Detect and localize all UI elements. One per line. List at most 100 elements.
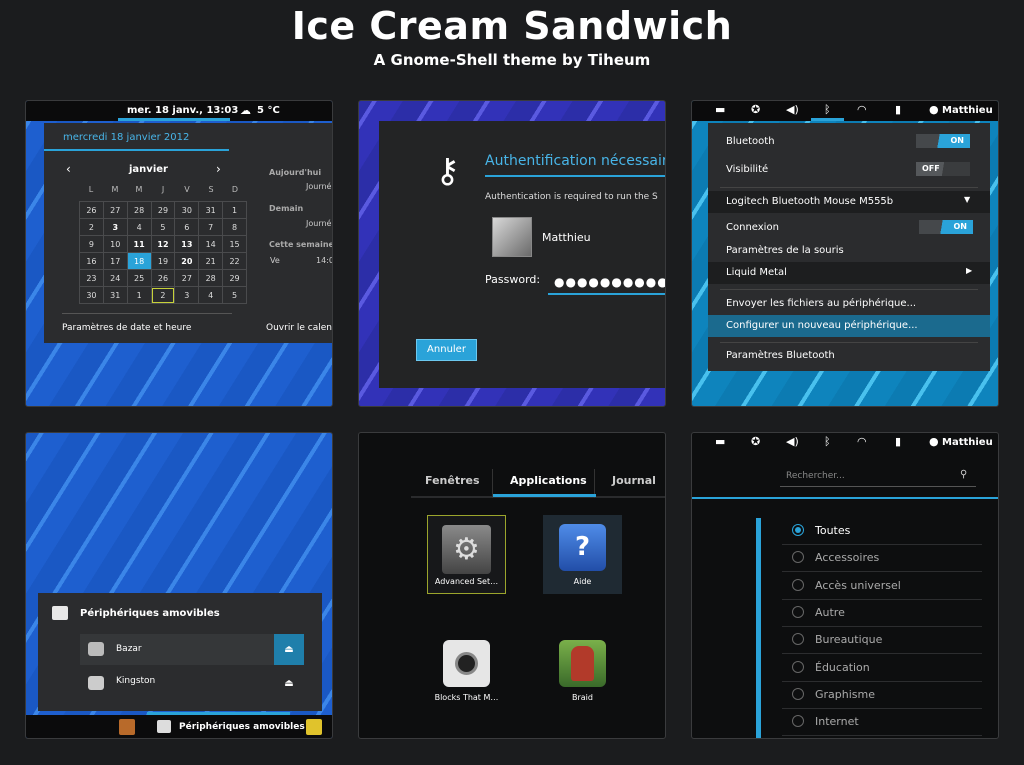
volume-icon[interactable]: ◀) <box>786 103 799 116</box>
category-item[interactable]: Bureautique <box>782 628 982 655</box>
device2-row[interactable]: Liquid Metal ▶ <box>708 262 990 284</box>
app-help[interactable]: ? Aide <box>543 515 622 594</box>
calendar-day[interactable]: 18 <box>126 252 152 270</box>
drive-tray-icon[interactable] <box>157 720 171 733</box>
calendar-day[interactable]: 3 <box>102 218 128 236</box>
calendar-day[interactable]: 27 <box>174 269 200 287</box>
calendar-day[interactable]: 4 <box>198 286 224 304</box>
radio-icon <box>792 578 804 591</box>
calendar-day[interactable]: 29 <box>222 269 247 287</box>
app-tray-icon[interactable] <box>119 719 135 735</box>
calendar-day[interactable]: 5 <box>222 286 247 304</box>
battery-icon[interactable]: ▮ <box>895 435 901 448</box>
next-month-icon[interactable]: › <box>216 162 221 176</box>
calendar-day[interactable]: 31 <box>102 286 128 304</box>
category-item[interactable]: Éducation <box>782 656 982 682</box>
bluetooth-icon[interactable]: ᛒ <box>824 103 831 116</box>
calendar-day[interactable]: 14 <box>198 235 224 253</box>
clock-label[interactable]: mer. 18 janv., 13:03 <box>127 105 238 116</box>
prev-month-icon[interactable]: ‹ <box>66 162 71 176</box>
calendar-day[interactable]: 26 <box>150 269 176 287</box>
calendar-day[interactable]: 23 <box>79 269 104 287</box>
calendar-day[interactable]: 4 <box>126 218 152 236</box>
calendar-day[interactable]: 28 <box>126 201 152 219</box>
calendar-day[interactable]: 21 <box>198 252 224 270</box>
device-row-bazar[interactable]: Bazar ⏏ <box>80 634 304 665</box>
battery-icon[interactable]: ▮ <box>895 103 901 116</box>
calendar-day[interactable]: 10 <box>102 235 128 253</box>
bluetooth-icon[interactable]: ᛒ <box>824 435 831 448</box>
mouse-settings-link[interactable]: Paramètres de la souris <box>726 245 844 256</box>
calendar-day[interactable]: 2 <box>79 218 104 236</box>
tab-windows[interactable]: Fenêtres <box>425 474 480 487</box>
calendar-day[interactable]: 31 <box>198 201 224 219</box>
category-item[interactable]: Graphisme <box>782 683 982 709</box>
calendar-day[interactable]: 22 <box>222 252 247 270</box>
calendar-day[interactable]: 13 <box>174 235 200 253</box>
calendar-day[interactable]: 6 <box>174 218 200 236</box>
username-label[interactable]: Matthieu <box>942 437 993 448</box>
weather-label[interactable]: 5 °C <box>257 105 280 116</box>
wifi-icon[interactable]: ◠ <box>857 103 867 116</box>
calendar-day[interactable]: 25 <box>126 269 152 287</box>
calendar-day[interactable]: 30 <box>174 201 200 219</box>
chat-icon[interactable]: ● <box>929 435 939 448</box>
calendar-day[interactable]: 19 <box>150 252 176 270</box>
device1-row[interactable]: Logitech Bluetooth Mouse M555b ▼ <box>708 191 990 213</box>
tab-journal[interactable]: Journal <box>612 474 656 487</box>
category-item[interactable]: Internet <box>782 710 982 737</box>
eject-icon[interactable]: ⏏ <box>274 634 304 665</box>
eject-icon[interactable]: ⏏ <box>274 668 304 699</box>
notes-tray-icon[interactable] <box>306 719 322 735</box>
connection-switch[interactable]: ON <box>919 220 973 234</box>
calendar-day[interactable]: 2 <box>150 286 176 304</box>
accessibility-icon[interactable]: ✪ <box>751 103 760 116</box>
folder-icon[interactable]: ▬ <box>715 103 725 116</box>
app-advanced-settings[interactable]: ⚙ Advanced Set… <box>427 515 506 594</box>
calendar-day[interactable]: 30 <box>79 286 104 304</box>
calendar-day[interactable]: 9 <box>79 235 104 253</box>
calendar-day[interactable]: 5 <box>150 218 176 236</box>
date-settings-link[interactable]: Paramètres de date et heure <box>62 323 191 333</box>
calendar-day[interactable]: 15 <box>222 235 247 253</box>
calendar-day[interactable]: 26 <box>79 201 104 219</box>
category-item[interactable]: Autre <box>782 601 982 627</box>
password-field[interactable]: ●●●●●●●●●●● <box>548 273 665 295</box>
send-files-item[interactable]: Envoyer les fichiers au périphérique... <box>726 298 916 309</box>
tab-applications[interactable]: Applications <box>492 469 596 498</box>
volume-icon[interactable]: ◀) <box>786 435 799 448</box>
calendar-day[interactable]: 8 <box>222 218 247 236</box>
calendar-day[interactable]: 1 <box>222 201 247 219</box>
category-scrollbar[interactable] <box>756 518 761 738</box>
app-blocks[interactable]: Blocks That M… <box>429 637 504 712</box>
configure-device-item[interactable]: Configurer un nouveau périphérique... <box>708 315 990 337</box>
calendar-day[interactable]: 24 <box>102 269 128 287</box>
chat-icon[interactable]: ● <box>929 103 939 116</box>
search-input[interactable]: Rechercher... ⚲ <box>780 467 976 487</box>
device-row-kingston[interactable]: Kingston ⏏ <box>80 668 304 699</box>
calendar-day[interactable]: 28 <box>198 269 224 287</box>
category-item[interactable]: Accès universel <box>782 574 982 600</box>
calendar-day[interactable]: 17 <box>102 252 128 270</box>
calendar-day[interactable]: 29 <box>150 201 176 219</box>
cancel-button[interactable]: Annuler <box>416 339 477 361</box>
wifi-icon[interactable]: ◠ <box>857 435 867 448</box>
visibility-switch[interactable]: OFF <box>916 162 970 176</box>
calendar-day[interactable]: 1 <box>126 286 152 304</box>
calendar-day[interactable]: 27 <box>102 201 128 219</box>
bluetooth-settings-item[interactable]: Paramètres Bluetooth <box>726 350 835 361</box>
bluetooth-switch[interactable]: ON <box>916 134 970 148</box>
category-item[interactable]: Toutes <box>782 519 982 545</box>
calendar-day[interactable]: 3 <box>174 286 200 304</box>
category-item[interactable]: Accessoires <box>782 546 982 573</box>
folder-icon[interactable]: ▬ <box>715 435 725 448</box>
app-braid[interactable]: Braid <box>545 637 620 712</box>
calendar-day[interactable]: 16 <box>79 252 104 270</box>
accessibility-icon[interactable]: ✪ <box>751 435 760 448</box>
calendar-day[interactable]: 11 <box>126 235 152 253</box>
username-label[interactable]: Matthieu <box>942 105 993 116</box>
open-calendar-link[interactable]: Ouvrir le calen <box>266 323 332 333</box>
calendar-day[interactable]: 20 <box>174 252 200 270</box>
calendar-day[interactable]: 7 <box>198 218 224 236</box>
calendar-day[interactable]: 12 <box>150 235 176 253</box>
